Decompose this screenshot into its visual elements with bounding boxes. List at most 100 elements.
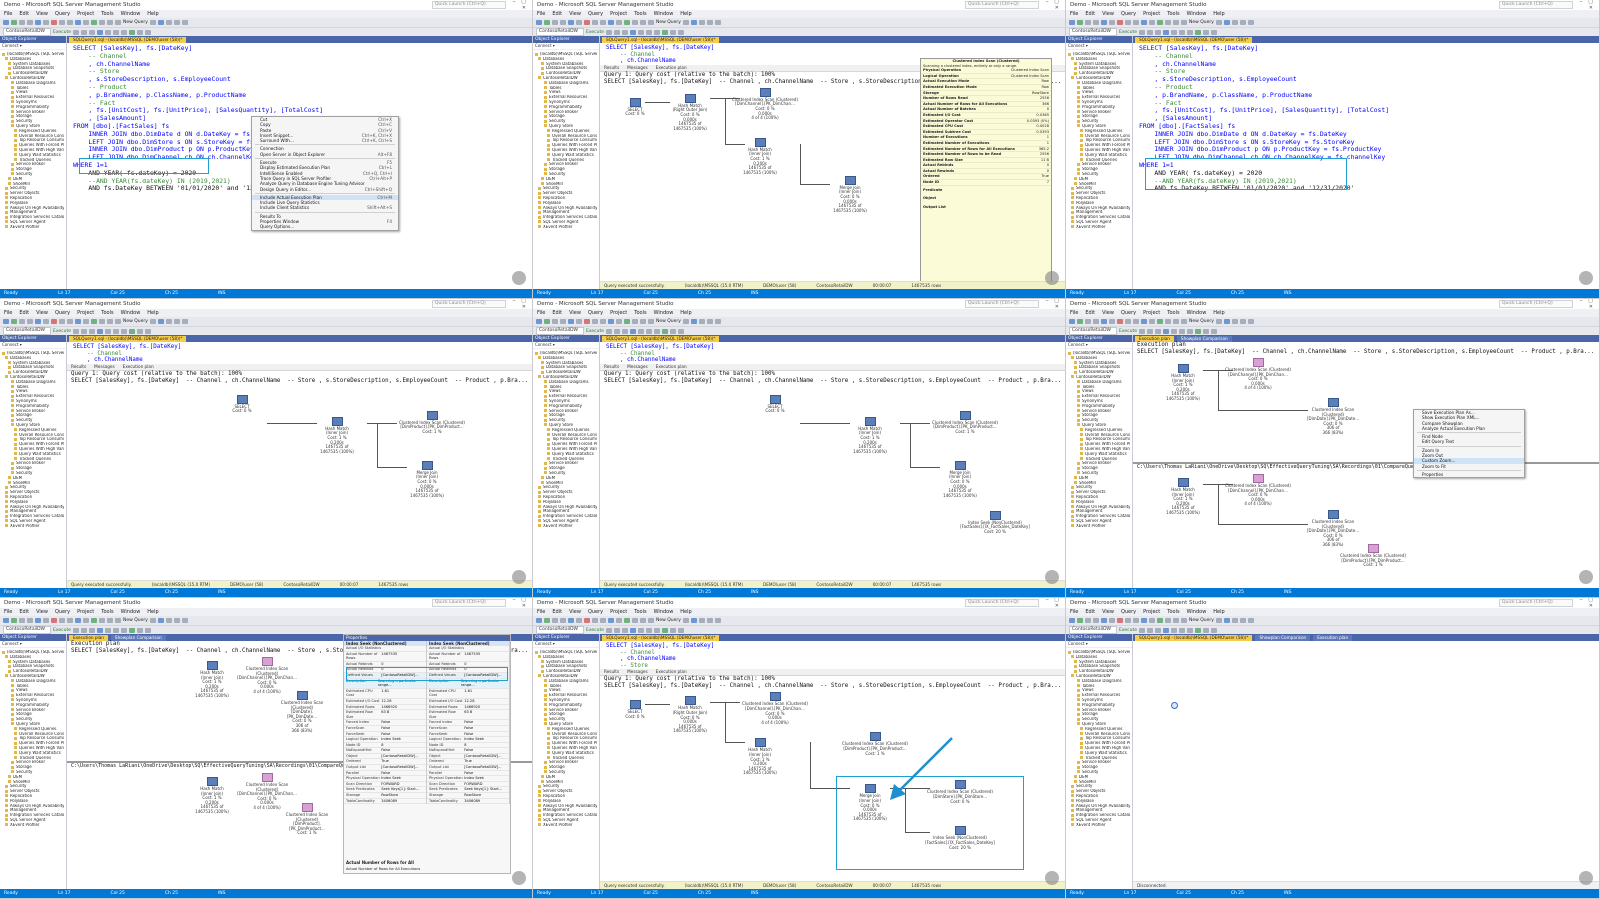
toolbar-icon[interactable] (1215, 319, 1222, 324)
query-editor[interactable]: SELECT [SalesKey], fs.[DateKey] -- Chann… (600, 342, 1065, 364)
toolbar-icon[interactable] (129, 627, 135, 633)
toolbar-icon[interactable] (1077, 319, 1083, 324)
toolbar-icon[interactable] (91, 319, 97, 324)
menu-item-query[interactable]: Query (1121, 310, 1136, 316)
quick-launch-input[interactable]: Quick Launch (Ctrl+Q) (432, 599, 506, 607)
toolbar-icon[interactable] (73, 328, 79, 334)
menu-item-tools[interactable]: Tools (1167, 11, 1179, 17)
plan-operator[interactable]: Clustered Index Scan (Clustered) [DimDate… (1303, 510, 1363, 548)
query-editor[interactable]: SELECT [SalesKey], fs.[DateKey] -- Chann… (600, 641, 1065, 669)
toolbar-icon[interactable] (682, 319, 689, 324)
toolbar-icon[interactable] (59, 319, 65, 324)
toolbar-icon[interactable] (1187, 29, 1193, 35)
menu-item-project[interactable]: Project (610, 11, 627, 17)
toolbar-icon[interactable] (1157, 319, 1163, 324)
toolbar-icon[interactable] (165, 20, 172, 25)
toolbar-icon[interactable] (622, 29, 628, 35)
connect-button[interactable]: Connect ▾ (533, 43, 599, 50)
menu-item-project[interactable]: Project (1143, 609, 1160, 615)
toolbar-icon[interactable] (678, 328, 684, 334)
toolbar-icon[interactable] (43, 20, 49, 25)
plan-operator[interactable]: Clustered Index Scan (Clustered) [DimDate… (1303, 398, 1363, 436)
menu-item-window[interactable]: Window (121, 310, 141, 316)
plan-operator[interactable]: Index Seek (NonClustered) [FactSales].[IX… (920, 826, 1000, 850)
toolbar-icon[interactable] (592, 618, 598, 623)
toolbar-icon[interactable] (706, 618, 713, 623)
execute-button[interactable]: Execute (586, 30, 604, 35)
toolbar-icon[interactable] (107, 319, 113, 324)
toolbar-icon[interactable] (624, 618, 630, 623)
toolbar-icon[interactable] (616, 618, 622, 623)
toolbar-icon[interactable] (1141, 20, 1147, 25)
menu-item-window[interactable]: Window (121, 11, 141, 17)
toolbar-icon[interactable] (648, 618, 654, 623)
tree-node[interactable]: XEvent Profiler (535, 823, 597, 828)
toolbar-icon[interactable] (646, 627, 652, 633)
context-menu-item[interactable]: Query Options... (252, 224, 398, 229)
connect-button[interactable]: Connect ▾ (1066, 641, 1132, 648)
execute-button[interactable]: Execute (53, 30, 71, 35)
toolbar-icon[interactable] (662, 627, 668, 633)
context-menu-item[interactable]: Zoom to Fit (1414, 464, 1524, 469)
toolbar-icon[interactable] (1173, 319, 1179, 324)
toolbar-icon[interactable] (43, 618, 49, 623)
document-tab[interactable]: Execution plan (1313, 634, 1353, 641)
new-query-button[interactable]: New Query (656, 618, 681, 623)
toolbar-icon[interactable] (99, 319, 105, 324)
quick-launch-input[interactable]: Quick Launch (Ctrl+Q) (1499, 300, 1573, 308)
toolbar-icon[interactable] (35, 319, 41, 324)
toolbar-icon[interactable] (91, 618, 97, 623)
menu-item-file[interactable]: File (4, 11, 12, 17)
tree-node[interactable]: XEvent Profiler (1068, 524, 1130, 529)
toolbar-icon[interactable] (1147, 29, 1153, 35)
toolbar-icon[interactable] (1223, 319, 1230, 324)
toolbar-icon[interactable] (1215, 618, 1222, 623)
execute-button[interactable]: Execute (586, 329, 604, 334)
property-row[interactable]: Description Scanning a particular range..… (427, 678, 509, 689)
context-menu-item[interactable]: Analyze Actual Execution Plan (1414, 426, 1524, 431)
toolbar-icon[interactable] (81, 328, 87, 334)
menu-item-help[interactable]: Help (1213, 11, 1224, 17)
menu-item-project[interactable]: Project (610, 310, 627, 316)
toolbar-icon[interactable] (1165, 319, 1171, 324)
toolbar-icon[interactable] (173, 20, 180, 25)
toolbar-icon[interactable] (1139, 627, 1145, 633)
connect-button[interactable]: Connect ▾ (0, 641, 66, 648)
toolbar-icon[interactable] (568, 618, 574, 623)
results-tab-results[interactable]: Results (71, 364, 86, 370)
menu-item-window[interactable]: Window (1187, 310, 1207, 316)
toolbar-icon[interactable] (1223, 618, 1230, 623)
new-query-button[interactable]: New Query (656, 20, 681, 25)
menu-item-file[interactable]: File (4, 310, 12, 316)
toolbar-icon[interactable] (1231, 618, 1238, 623)
toolbar-icon[interactable] (544, 20, 550, 25)
results-tab-messages[interactable]: Messages (627, 364, 648, 370)
toolbar-icon[interactable] (27, 319, 33, 324)
menu-item-view[interactable]: View (36, 310, 48, 316)
property-row[interactable]: Estimated CPU Cost 1.61 (427, 689, 509, 699)
document-tab[interactable]: SQLQuery1.sql - (localdb)\MSSQL (DEMO\us… (602, 634, 720, 641)
menu-item-tools[interactable]: Tools (634, 609, 646, 615)
plan-operator[interactable]: Hash Match (Inner Join) Cost: 1 % 0.200s 146… (187, 661, 237, 699)
toolbar-icon[interactable] (81, 627, 87, 633)
menu-item-window[interactable]: Window (654, 11, 674, 17)
toolbar-icon[interactable] (600, 20, 606, 25)
toolbar-icon[interactable] (568, 20, 574, 25)
toolbar-icon[interactable] (149, 319, 156, 324)
toolbar-icon[interactable] (1125, 20, 1131, 25)
plan-operator[interactable]: Clustered Index Scan (Clustered) [DimDate… (277, 691, 327, 733)
toolbar-icon[interactable] (165, 319, 172, 324)
toolbar-icon[interactable] (89, 328, 95, 334)
toolbar-icon[interactable] (662, 29, 668, 35)
toolbar-icon[interactable] (3, 618, 9, 623)
toolbar-icon[interactable] (536, 20, 542, 25)
toolbar-icon[interactable] (706, 319, 713, 324)
toolbar-icon[interactable] (1125, 319, 1131, 324)
toolbar-icon[interactable] (137, 328, 143, 334)
plan-operator[interactable]: Hash Match (Inner Join) Cost: 1 % 0.200s 146… (187, 777, 237, 815)
plan-operator[interactable]: Clustered Index Scan (Clustered) [DimChan… (1223, 474, 1293, 507)
toolbar-icon[interactable] (1211, 627, 1217, 633)
play-icon[interactable] (512, 570, 526, 584)
toolbar-icon[interactable] (105, 627, 111, 633)
toolbar-icon[interactable] (91, 20, 97, 25)
